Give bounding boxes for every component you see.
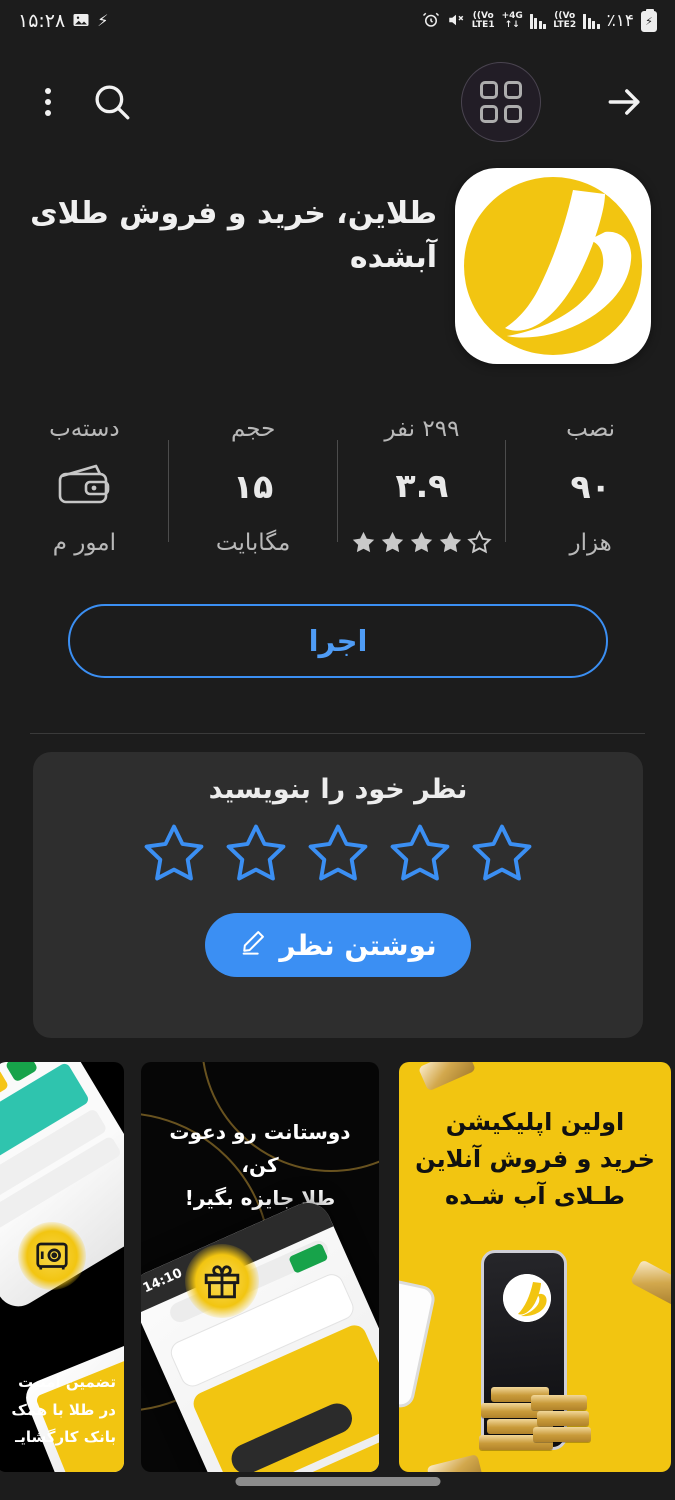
- battery-icon: ⚡: [641, 8, 657, 32]
- app-stats-row: نصب ۹۰ هزار ۲۹۹ نفر ۳.۹ حجم ۱۵ مگابایت د…: [0, 408, 675, 568]
- data-arrows-icon: ↓↑: [504, 20, 520, 30]
- status-bar-clock: ۱۵:۲۸: [18, 10, 66, 32]
- screenshot-invite-caption: دوستانت رو دعوت کن، طلا جایزه بگیر!: [169, 1120, 351, 1210]
- stat-installs-value: ۹۰: [570, 466, 611, 506]
- stat-installs-unit: هزار: [569, 530, 612, 556]
- gold-bars-illustration: [475, 1370, 595, 1450]
- star-filled-icon: [382, 531, 404, 553]
- sim2-volte-group: Vo)) LTE1: [471, 11, 495, 31]
- review-star-3-icon[interactable]: [303, 819, 373, 889]
- sim2-lte-label: LTE1: [471, 20, 495, 30]
- battery-percent-label: ٪۱۴: [606, 11, 634, 31]
- app-title: طلاین، خرید و فروش طلای آبشده: [30, 196, 437, 275]
- wallet-icon: [56, 460, 112, 512]
- arrow-right-icon[interactable]: [593, 70, 657, 134]
- screenshot-promo[interactable]: اولین اپلیکیشن خرید و فروش آنلاین طـلای آب…: [399, 1062, 671, 1472]
- review-card-title: نظر خود را بنویسید: [208, 774, 468, 805]
- sim2-network-label: 4G+ ↓↑: [502, 11, 523, 31]
- battery-bolt: ⚡: [645, 14, 653, 28]
- stat-installs-label: نصب: [566, 416, 616, 442]
- screenshot-promo-caption: اولین اپلیکیشن خرید و فروش آنلاین طـلای آب…: [415, 1108, 655, 1211]
- screenshot-image-icon: [72, 11, 90, 32]
- mute-icon: [447, 11, 465, 32]
- star-outline-icon: [467, 530, 493, 554]
- more-vertical-icon[interactable]: [16, 70, 80, 134]
- review-star-rating[interactable]: [139, 819, 537, 889]
- screenshot-invite[interactable]: دوستانت رو دعوت کن، طلا جایزه بگیر! 14:10: [141, 1062, 379, 1472]
- grid-apps-icon[interactable]: [461, 62, 541, 142]
- talayin-app-logo: [455, 168, 651, 364]
- screenshot-security[interactable]: تضمین امنیت در طلا با همک بانک کارگشایـ: [0, 1062, 124, 1472]
- top-toolbar: [0, 46, 675, 158]
- review-star-1-icon[interactable]: [139, 819, 209, 889]
- sim2-signal-icon: [529, 13, 547, 29]
- sim1-network-label: Vo)) LTE2: [553, 11, 577, 31]
- home-indicator[interactable]: [235, 1477, 440, 1486]
- stat-rating-value: ۳.۹: [395, 466, 449, 505]
- charging-bolt-icon: ⚡: [97, 11, 109, 30]
- stat-category[interactable]: دسته‌ب امور م: [0, 408, 169, 568]
- stat-category-value: امور م: [52, 530, 116, 556]
- write-review-button[interactable]: نوشتن نظر: [205, 913, 471, 977]
- stat-installs: نصب ۹۰ هزار: [506, 408, 675, 568]
- star-filled-icon: [440, 531, 462, 553]
- stat-rating-count: ۲۹۹ نفر: [384, 416, 460, 442]
- pencil-icon: [239, 928, 267, 963]
- alarm-icon: [422, 11, 440, 32]
- star-filled-icon: [411, 531, 433, 553]
- run-app-button[interactable]: اجرا: [68, 604, 608, 678]
- status-bar: ⚡ ٪۱۴ Vo)) LTE2 4G+ ↓↑ Vo)) LTE1 ⚡ ۱۵:۲۸: [0, 0, 675, 42]
- sim1-signal-icon: [583, 13, 600, 29]
- stat-rating-stars: [350, 529, 493, 556]
- stat-size: حجم ۱۵ مگابایت: [169, 408, 338, 568]
- app-detail-screen: ⚡ ٪۱۴ Vo)) LTE2 4G+ ↓↑ Vo)) LTE1 ⚡ ۱۵:۲۸…: [0, 0, 675, 1500]
- write-review-label: نوشتن نظر: [279, 928, 437, 962]
- review-star-2-icon[interactable]: [221, 819, 291, 889]
- screenshot-security-caption: تضمین امنیت در طلا با همک بانک کارگشایـ: [11, 1372, 116, 1447]
- search-icon[interactable]: [80, 70, 144, 134]
- screenshots-carousel[interactable]: تضمین امنیت در طلا با همک بانک کارگشایـ دو…: [0, 1062, 675, 1472]
- safe-vault-icon: [18, 1222, 86, 1290]
- stat-size-unit: مگابایت: [215, 530, 291, 556]
- stat-size-label: حجم: [230, 416, 276, 442]
- app-header: طلاین، خرید و فروش طلای آبشده: [0, 168, 675, 378]
- review-star-4-icon[interactable]: [385, 819, 455, 889]
- promo-logo-icon: [503, 1274, 551, 1322]
- sim1-lte-label: LTE2: [553, 20, 577, 30]
- stat-size-value: ۱۵: [232, 466, 274, 506]
- stat-category-label: دسته‌ب: [49, 416, 120, 442]
- stat-rating[interactable]: ۲۹۹ نفر ۳.۹: [338, 408, 507, 568]
- star-filled-icon: [353, 531, 375, 553]
- section-divider: [30, 733, 645, 734]
- review-star-5-icon[interactable]: [467, 819, 537, 889]
- gift-icon: [185, 1244, 259, 1318]
- write-review-card: نظر خود را بنویسید نوشتن نظر: [33, 752, 643, 1038]
